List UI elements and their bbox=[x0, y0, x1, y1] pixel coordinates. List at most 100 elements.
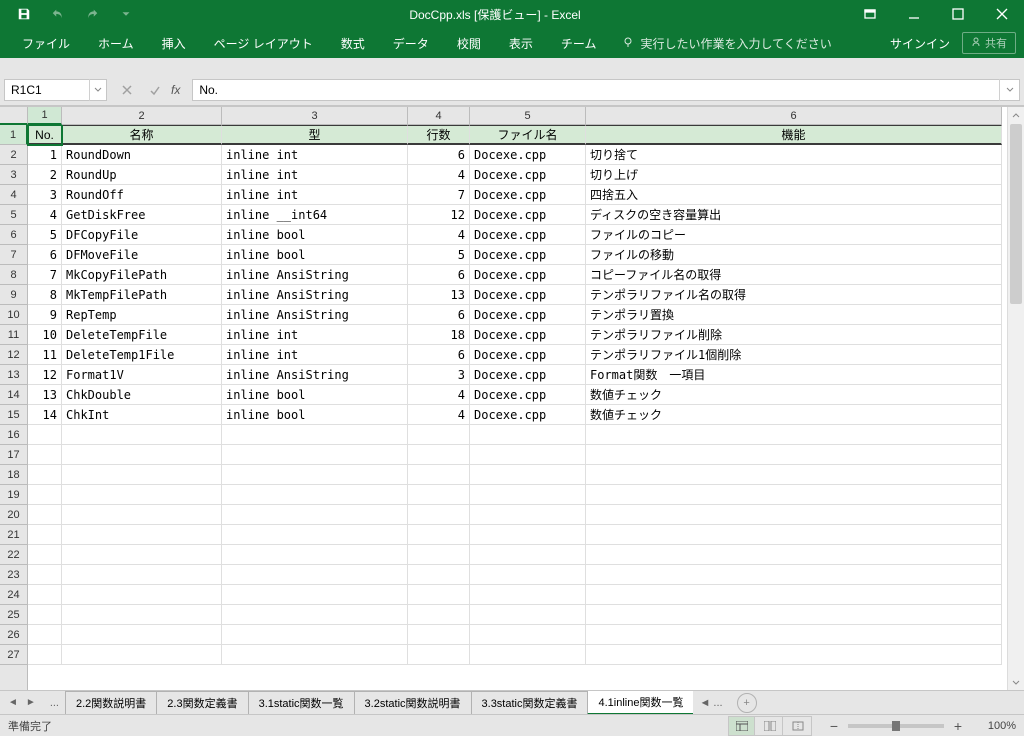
scroll-thumb[interactable] bbox=[1010, 124, 1022, 304]
table-cell[interactable]: 切り捨て bbox=[586, 145, 1002, 165]
table-cell[interactable]: コピーファイル名の取得 bbox=[586, 265, 1002, 285]
table-cell[interactable]: 4 bbox=[408, 385, 470, 405]
row-header[interactable]: 11 bbox=[0, 325, 27, 345]
empty-cell[interactable] bbox=[222, 485, 408, 505]
table-cell[interactable]: テンポラリファイル削除 bbox=[586, 325, 1002, 345]
table-cell[interactable]: 7 bbox=[28, 265, 62, 285]
table-cell[interactable]: Docexe.cpp bbox=[470, 245, 586, 265]
table-cell[interactable]: inline bool bbox=[222, 245, 408, 265]
tab-home[interactable]: ホーム bbox=[84, 28, 148, 58]
empty-cell[interactable] bbox=[470, 445, 586, 465]
empty-cell[interactable] bbox=[28, 645, 62, 665]
row-header[interactable]: 27 bbox=[0, 645, 27, 665]
redo-icon[interactable] bbox=[76, 0, 108, 28]
table-cell[interactable]: ファイルのコピー bbox=[586, 225, 1002, 245]
table-cell[interactable]: ChkInt bbox=[62, 405, 222, 425]
sheet-nav-prev-icon[interactable]: ◄ bbox=[8, 697, 18, 708]
enter-formula-icon[interactable] bbox=[143, 79, 167, 101]
table-cell[interactable]: 6 bbox=[408, 345, 470, 365]
sheet-tab[interactable]: 4.1inline関数一覧 bbox=[587, 691, 693, 715]
table-cell[interactable]: RoundDown bbox=[62, 145, 222, 165]
view-page-break-icon[interactable] bbox=[785, 717, 811, 735]
empty-cell[interactable] bbox=[222, 605, 408, 625]
row-header[interactable]: 13 bbox=[0, 365, 27, 385]
sheet-more-right[interactable]: ◄ ... bbox=[693, 694, 728, 712]
sheet-tab[interactable]: 2.3関数定義書 bbox=[156, 691, 248, 715]
table-cell[interactable]: MkTempFilePath bbox=[62, 285, 222, 305]
tab-insert[interactable]: 挿入 bbox=[148, 28, 200, 58]
table-cell[interactable]: テンポラリファイル名の取得 bbox=[586, 285, 1002, 305]
formula-input[interactable] bbox=[193, 83, 999, 97]
table-cell[interactable]: RepTemp bbox=[62, 305, 222, 325]
table-cell[interactable]: 四捨五入 bbox=[586, 185, 1002, 205]
table-cell[interactable]: 3 bbox=[408, 365, 470, 385]
row-header[interactable]: 24 bbox=[0, 585, 27, 605]
new-sheet-button[interactable]: + bbox=[737, 693, 757, 713]
table-cell[interactable]: 4 bbox=[408, 165, 470, 185]
row-header[interactable]: 6 bbox=[0, 225, 27, 245]
table-cell[interactable]: inline int bbox=[222, 145, 408, 165]
table-cell[interactable]: 5 bbox=[408, 245, 470, 265]
table-cell[interactable]: 14 bbox=[28, 405, 62, 425]
row-header[interactable]: 7 bbox=[0, 245, 27, 265]
table-cell[interactable]: inline bool bbox=[222, 385, 408, 405]
empty-cell[interactable] bbox=[586, 565, 1002, 585]
empty-cell[interactable] bbox=[28, 445, 62, 465]
zoom-out-button[interactable]: − bbox=[826, 718, 842, 734]
empty-cell[interactable] bbox=[28, 505, 62, 525]
column-header[interactable]: 6 bbox=[586, 107, 1002, 124]
tab-data[interactable]: データ bbox=[379, 28, 443, 58]
table-cell[interactable]: 数値チェック bbox=[586, 385, 1002, 405]
empty-cell[interactable] bbox=[470, 485, 586, 505]
empty-cell[interactable] bbox=[470, 545, 586, 565]
header-cell[interactable]: 機能 bbox=[586, 125, 1002, 145]
table-cell[interactable]: ChkDouble bbox=[62, 385, 222, 405]
table-cell[interactable]: RoundOff bbox=[62, 185, 222, 205]
table-cell[interactable]: Docexe.cpp bbox=[470, 405, 586, 425]
column-header[interactable]: 5 bbox=[470, 107, 586, 124]
empty-cell[interactable] bbox=[28, 545, 62, 565]
table-cell[interactable]: 9 bbox=[28, 305, 62, 325]
sheet-tab[interactable]: 2.2関数説明書 bbox=[65, 691, 157, 715]
row-header[interactable]: 3 bbox=[0, 165, 27, 185]
view-normal-icon[interactable] bbox=[729, 717, 755, 735]
empty-cell[interactable] bbox=[222, 565, 408, 585]
header-cell[interactable]: No. bbox=[28, 125, 62, 145]
table-cell[interactable]: 13 bbox=[408, 285, 470, 305]
table-cell[interactable]: inline int bbox=[222, 345, 408, 365]
table-cell[interactable]: 18 bbox=[408, 325, 470, 345]
table-cell[interactable]: MkCopyFilePath bbox=[62, 265, 222, 285]
empty-cell[interactable] bbox=[586, 585, 1002, 605]
scroll-down-icon[interactable] bbox=[1008, 673, 1024, 690]
empty-cell[interactable] bbox=[586, 525, 1002, 545]
empty-cell[interactable] bbox=[586, 625, 1002, 645]
empty-cell[interactable] bbox=[408, 645, 470, 665]
table-cell[interactable]: RoundUp bbox=[62, 165, 222, 185]
table-cell[interactable]: テンポラリファイル1個削除 bbox=[586, 345, 1002, 365]
table-cell[interactable]: ファイルの移動 bbox=[586, 245, 1002, 265]
row-header[interactable]: 16 bbox=[0, 425, 27, 445]
table-cell[interactable]: Docexe.cpp bbox=[470, 305, 586, 325]
maximize-icon[interactable] bbox=[936, 0, 980, 28]
share-button[interactable]: 共有 bbox=[962, 32, 1016, 54]
table-cell[interactable]: inline int bbox=[222, 325, 408, 345]
row-header[interactable]: 19 bbox=[0, 485, 27, 505]
table-cell[interactable]: Docexe.cpp bbox=[470, 205, 586, 225]
table-cell[interactable]: Docexe.cpp bbox=[470, 365, 586, 385]
header-cell[interactable]: 行数 bbox=[408, 125, 470, 145]
save-icon[interactable] bbox=[8, 0, 40, 28]
row-header[interactable]: 23 bbox=[0, 565, 27, 585]
table-cell[interactable]: 5 bbox=[28, 225, 62, 245]
qat-customize-icon[interactable] bbox=[110, 0, 142, 28]
table-cell[interactable]: 6 bbox=[28, 245, 62, 265]
table-cell[interactable]: 2 bbox=[28, 165, 62, 185]
row-header[interactable]: 4 bbox=[0, 185, 27, 205]
tab-view[interactable]: 表示 bbox=[495, 28, 547, 58]
empty-cell[interactable] bbox=[222, 505, 408, 525]
table-cell[interactable]: 11 bbox=[28, 345, 62, 365]
row-header[interactable]: 1 bbox=[0, 125, 28, 145]
empty-cell[interactable] bbox=[408, 545, 470, 565]
row-header[interactable]: 26 bbox=[0, 625, 27, 645]
empty-cell[interactable] bbox=[586, 545, 1002, 565]
empty-cell[interactable] bbox=[28, 425, 62, 445]
